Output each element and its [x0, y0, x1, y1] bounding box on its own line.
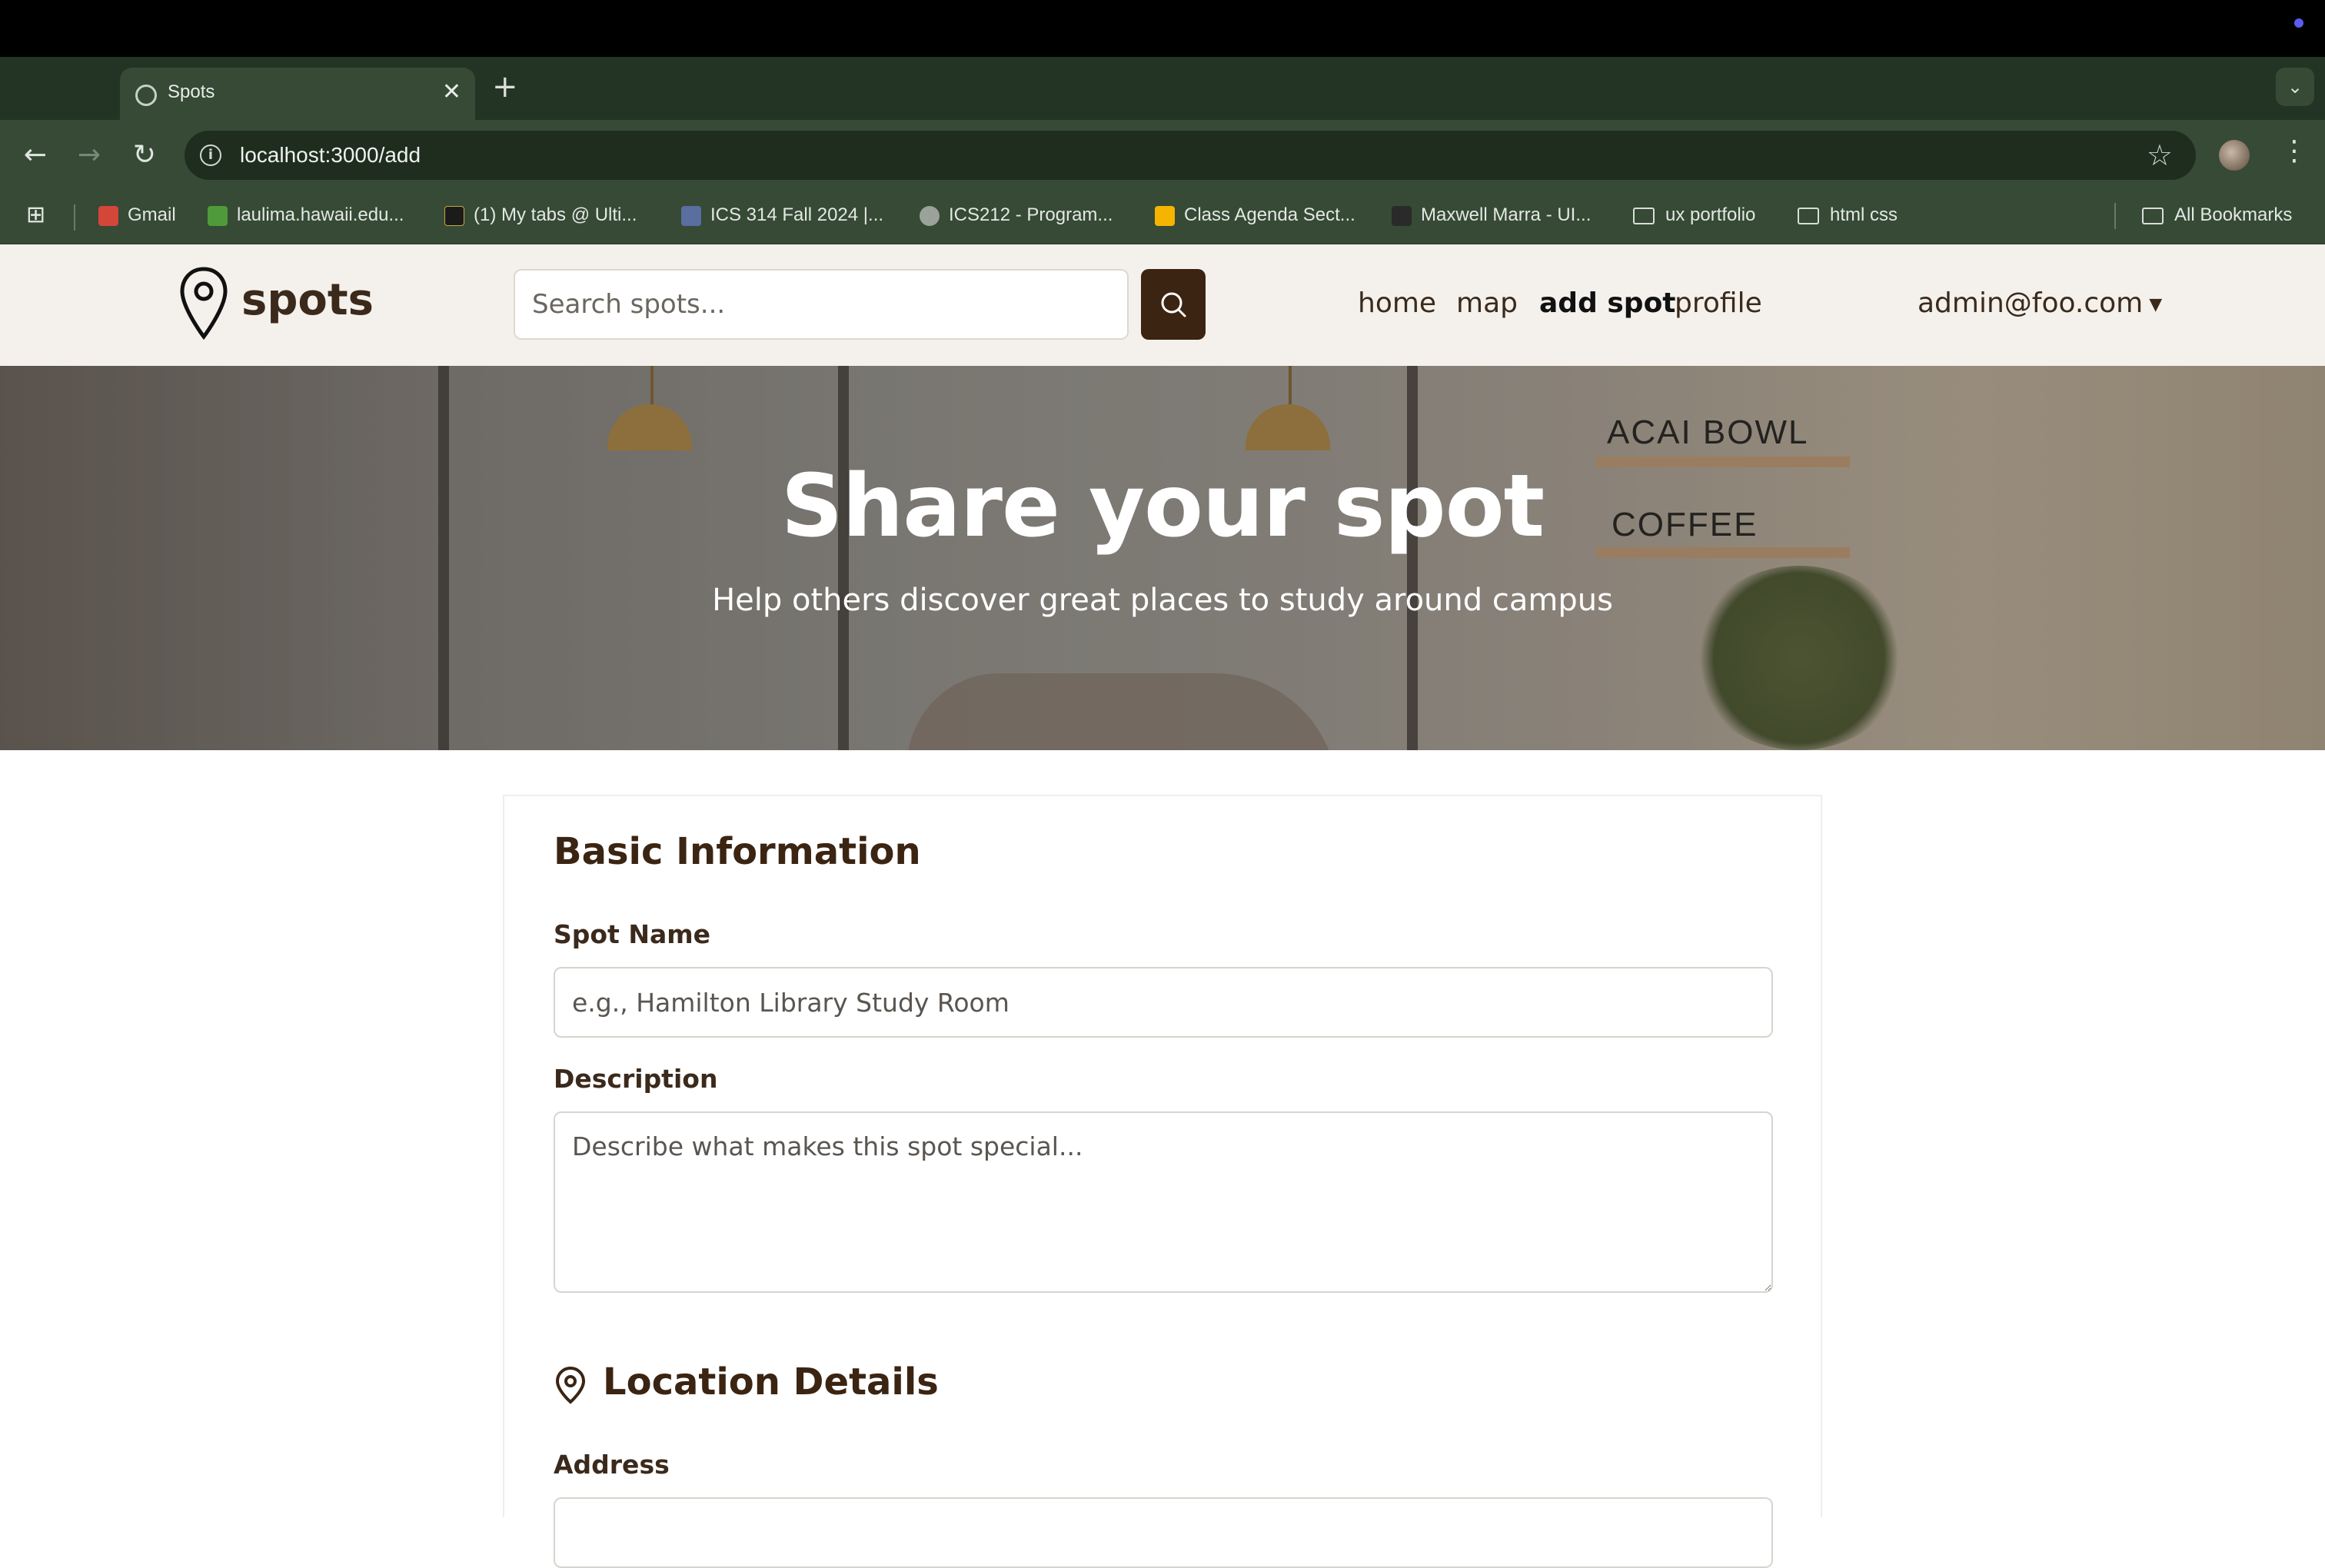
description-label: Description — [554, 1064, 718, 1094]
bookmark-label: html css — [1830, 204, 1898, 225]
bookmark-label: ICS 314 Fall 2024 |... — [710, 204, 884, 225]
spot-name-input[interactable] — [554, 967, 1773, 1038]
user-dropdown[interactable]: admin@foo.com ▼ — [1918, 287, 2162, 319]
ug-icon — [444, 205, 464, 226]
nav-link-home[interactable]: home — [1358, 287, 1436, 319]
back-arrow-icon[interactable]: ← — [17, 137, 54, 174]
browser-tab-strip: Spots ✕ + ⌄ — [0, 57, 2325, 120]
address-bar[interactable]: i localhost:3000/add ☆ — [185, 131, 2196, 180]
kebab-menu-icon[interactable]: ⋮ — [2280, 135, 2308, 167]
hero-banner: ACAI BOWL COFFEE Share your spot Help ot… — [0, 366, 2325, 750]
profile-avatar[interactable] — [2219, 140, 2250, 171]
tab-title: Spots — [168, 81, 215, 102]
description-textarea[interactable] — [554, 1111, 1773, 1293]
os-menu-bar — [0, 0, 2325, 57]
site-info-icon[interactable]: i — [200, 145, 221, 166]
bookmark-item[interactable]: (1) My tabs @ Ulti... — [444, 204, 637, 226]
bookmark-item[interactable]: Class Agenda Sect... — [1155, 204, 1355, 226]
bookmark-label: ux portfolio — [1665, 204, 1756, 225]
folder-icon — [1633, 207, 1655, 224]
browser-tab[interactable]: Spots ✕ — [120, 68, 475, 120]
folder-icon — [2142, 207, 2164, 224]
site-logo-text[interactable]: spots — [241, 275, 374, 325]
bookmark-star-icon[interactable]: ☆ — [2147, 138, 2173, 172]
bookmark-divider — [74, 204, 75, 231]
address-input[interactable] — [554, 1497, 1773, 1568]
bookmark-item[interactable]: Maxwell Marra - UI... — [1392, 204, 1591, 226]
search-input[interactable] — [514, 269, 1129, 340]
globe-icon — [920, 205, 940, 226]
url-text[interactable]: localhost:3000/add — [240, 143, 421, 168]
gmail-icon — [98, 205, 118, 226]
nav-link-map[interactable]: map — [1456, 287, 1518, 319]
close-tab-icon[interactable]: ✕ — [442, 78, 461, 105]
status-dot-icon — [2294, 18, 2303, 28]
all-bookmarks-label: All Bookmarks — [2174, 204, 2293, 225]
reload-icon[interactable]: ↻ — [126, 137, 163, 174]
bookmark-label: (1) My tabs @ Ulti... — [474, 204, 637, 225]
search-button[interactable] — [1141, 269, 1206, 340]
user-email: admin@foo.com — [1918, 287, 2144, 319]
all-bookmarks-folder[interactable]: All Bookmarks — [2142, 204, 2292, 226]
browser-toolbar: ← → ↻ i localhost:3000/add ☆ — [0, 120, 2325, 191]
leaf-icon — [208, 205, 228, 226]
hero-title: Share your spot — [780, 457, 1545, 556]
bookmark-folder[interactable]: ux portfolio — [1633, 204, 1755, 226]
nav-link-profile[interactable]: profile — [1675, 287, 1762, 319]
search-icon — [1161, 292, 1186, 317]
bookmark-label: Class Agenda Sect... — [1184, 204, 1355, 225]
bookmark-label: ICS212 - Program... — [949, 204, 1113, 225]
bookmark-label: laulima.hawaii.edu... — [237, 204, 404, 225]
caret-down-icon: ▼ — [2149, 294, 2163, 314]
bookmark-item[interactable]: ICS 314 Fall 2024 |... — [681, 204, 883, 226]
new-tab-button[interactable]: + — [492, 69, 518, 105]
forward-arrow-icon[interactable]: → — [71, 137, 108, 174]
globe-icon — [135, 85, 157, 106]
nav-link-add-spot[interactable]: add spot — [1539, 287, 1676, 319]
section-title-location: Location Details — [603, 1360, 939, 1404]
bookmark-item[interactable]: ICS212 - Program... — [920, 204, 1113, 226]
bookmark-item[interactable]: laulima.hawaii.edu... — [208, 204, 404, 226]
square-icon — [681, 205, 701, 226]
medium-icon — [1392, 205, 1412, 226]
map-pin-logo-icon[interactable] — [178, 266, 229, 341]
slides-icon — [1155, 205, 1175, 226]
spot-name-label: Spot Name — [554, 919, 710, 949]
bookmarks-bar: ⊞ Gmail laulima.hawaii.edu... (1) My tab… — [0, 191, 2325, 244]
bookmark-item[interactable]: Gmail — [98, 204, 176, 226]
hero-overlay — [0, 366, 2325, 750]
site-navbar: spots home map add spot profile admin@fo… — [0, 244, 2325, 366]
bookmark-label: Gmail — [128, 204, 176, 225]
location-pin-icon — [555, 1366, 586, 1404]
address-label: Address — [554, 1450, 670, 1480]
chevron-down-icon[interactable]: ⌄ — [2276, 68, 2314, 106]
bookmark-label: Maxwell Marra - UI... — [1421, 204, 1592, 225]
section-title-basic: Basic Information — [554, 830, 921, 873]
bookmark-folder[interactable]: html css — [1798, 204, 1898, 226]
add-spot-form: Basic Information Spot Name Description … — [503, 795, 1822, 1568]
hero-subtitle: Help others discover great places to stu… — [712, 583, 1613, 618]
folder-icon — [1798, 207, 1819, 224]
bookmark-divider — [2114, 203, 2116, 229]
apps-grid-icon[interactable]: ⊞ — [26, 201, 45, 228]
